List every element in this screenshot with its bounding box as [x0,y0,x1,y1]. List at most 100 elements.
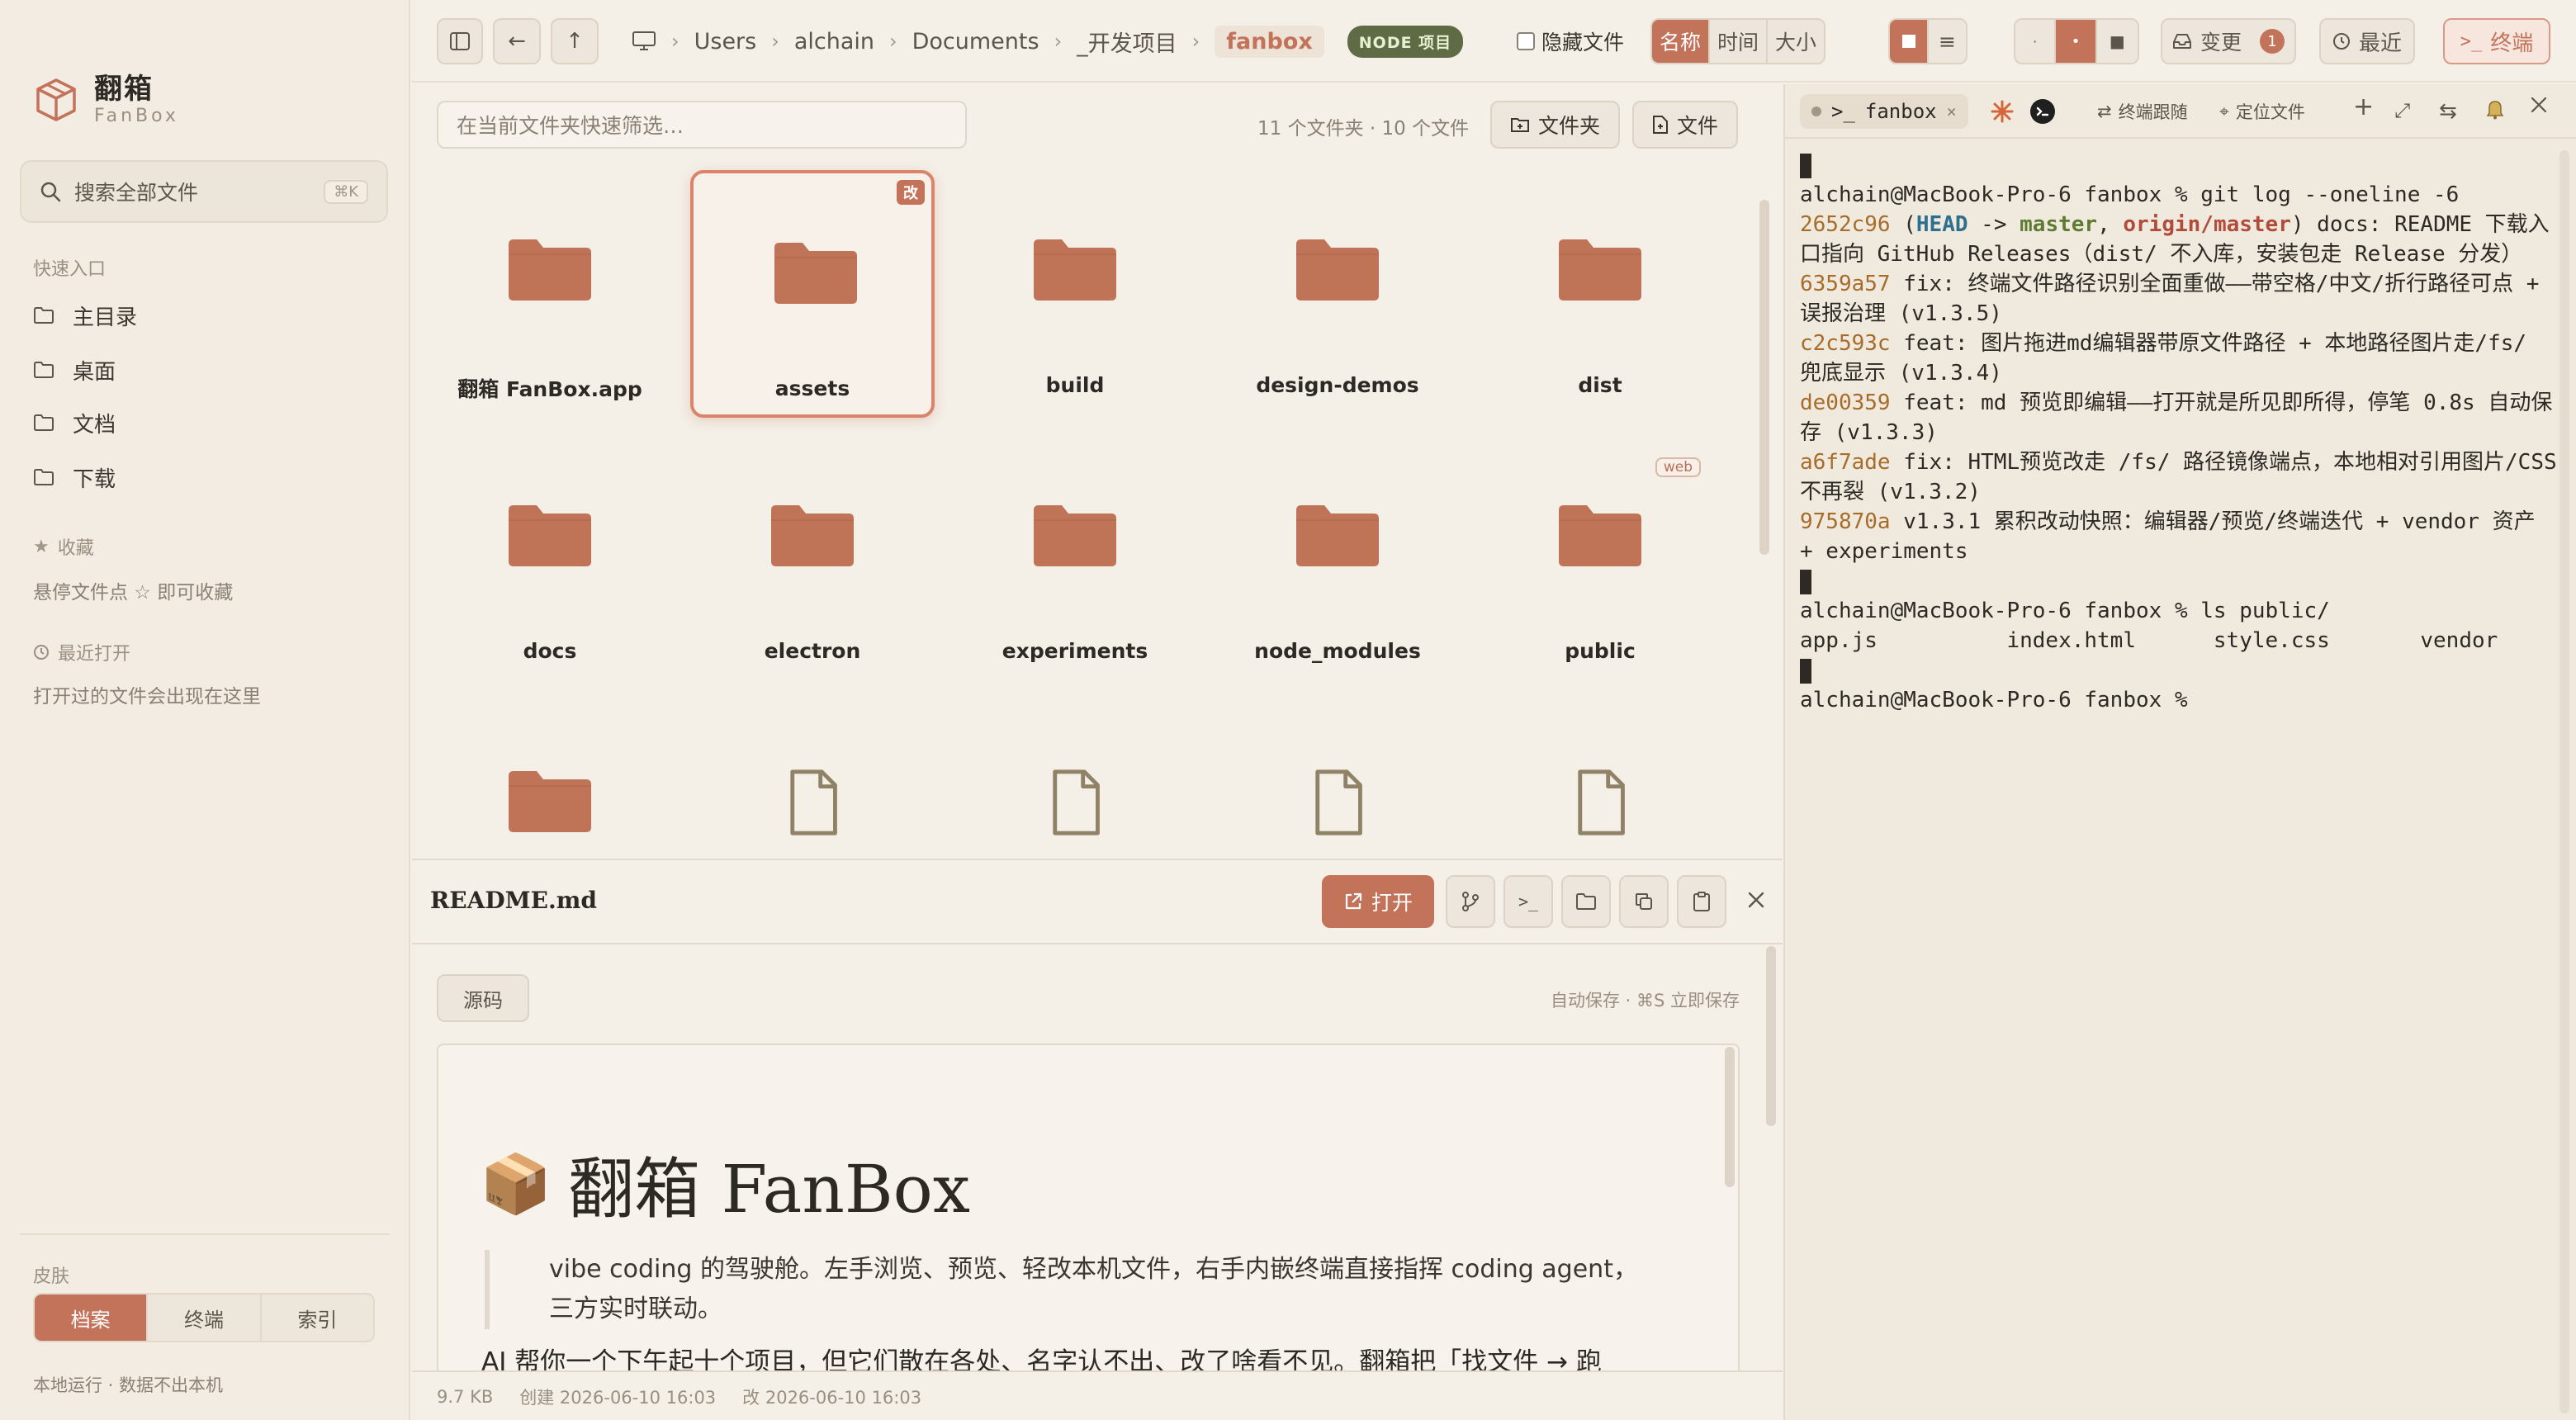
clipboard-button[interactable] [1677,875,1726,928]
crosshair-icon: ⌖ [2219,101,2229,121]
bell-icon [2486,101,2504,120]
preview-scrollbar[interactable] [1766,946,1776,1126]
terminal-scrollbar[interactable] [2559,150,2569,1413]
new-file-button[interactable]: 文件 [1632,101,1739,149]
folder-item[interactable]: 翻箱 FanBox.app [428,170,672,418]
crumb-alchain[interactable]: alchain [794,29,874,54]
size-small-button[interactable]: · [2015,20,2057,63]
terminal-line: de00359 feat: md 预览即编辑——打开就是所见即所得，停笔 0.8… [1800,390,2553,445]
toggle-sidebar-button[interactable] [437,18,483,64]
item-name: build [1045,373,1105,397]
hide-files-checkbox[interactable] [1517,32,1535,50]
recent-button[interactable]: 最近 [2319,18,2415,64]
close-tab-icon[interactable]: × [1947,102,1957,121]
file-size: 9.7 KB [437,1387,494,1407]
terminal-label: 终端 [2490,31,2534,56]
folder-item[interactable]: dist [1478,170,1722,418]
terminal-output[interactable]: alchain@MacBook-Pro-6 fanbox % git log -… [1800,150,2559,715]
sidebar-item-label: 桌面 [73,359,116,385]
commit-hash[interactable]: a6f7ade [1800,450,1891,475]
favorites-title: ★ 收藏 [33,533,94,560]
changes-button[interactable]: 变更 1 [2161,18,2296,64]
terminal-tab[interactable]: >_ fanbox × [1800,94,1968,129]
folder-item[interactable]: docs [428,436,672,684]
commit-hash[interactable]: 975870a [1800,509,1891,534]
new-terminal-button[interactable]: + [2353,92,2374,121]
hide-files-toggle[interactable]: 隐藏文件 [1517,26,1624,56]
skin-label: 皮肤 [33,1266,70,1287]
up-button[interactable]: ↑ [551,18,599,64]
item-name: dist [1578,373,1622,397]
sidebar-item-downloads[interactable]: 下载 [33,459,116,495]
commit-hash[interactable]: 6359a57 [1800,272,1891,296]
crumb-current[interactable]: fanbox [1215,25,1324,58]
terminal-line: app.js index.html style.css vendor [1800,628,2498,653]
created-time: 创建 2026-06-10 16:03 [519,1388,717,1408]
item-name: design-demos [1256,373,1419,397]
folder-item[interactable]: design-demos [1215,170,1460,418]
folder-icon [1296,505,1379,566]
skin-terminal[interactable]: 终端 [148,1295,262,1341]
swap-layout-button[interactable]: ⇆ [2439,99,2457,124]
markdown-preview[interactable]: 📦 翻箱 FanBox vibe coding 的驾驶舱。左手浏览、预览、轻改本… [437,1044,1740,1390]
computer-icon[interactable] [632,31,656,52]
sparkle-icon[interactable] [1990,99,2015,124]
git-branch-button[interactable] [1446,875,1495,928]
file-browser: 在当前文件夹快速筛选… 11 个文件夹 · 10 个文件 文件夹 文件 翻箱 F… [412,84,1783,859]
crumb-users[interactable]: Users [694,29,757,54]
folder-item[interactable]: node_modules [1215,436,1460,684]
terminal-toggle-button[interactable]: >_ 终端 [2443,18,2550,64]
folder-item[interactable]: public web [1478,436,1722,684]
locate-file-button[interactable]: ⌖ 定位文件 [2219,99,2305,124]
agent-avatar-icon[interactable] [2029,98,2056,125]
source-toggle-button[interactable]: 源码 [437,974,529,1022]
folder-item[interactable]: electron [690,436,935,684]
preview-divider [412,943,1783,944]
tab-status-dot [1811,106,1821,116]
folder-item[interactable]: build [953,170,1197,418]
close-preview-button[interactable] [1741,885,1771,915]
grid-view-button[interactable] [1890,20,1929,63]
file-grid-scrollbar[interactable] [1759,200,1769,555]
commit-hash[interactable]: 2652c96 [1800,212,1891,237]
terminal-panel: >_ fanbox × ⇄ 终端跟随 ⌖ 定位文件 + ⤢ ⇆ alchain@… [1783,84,2576,1420]
copy-button[interactable] [1619,875,1669,928]
terminal-follow-button[interactable]: ⇄ 终端跟随 [2097,99,2188,124]
reveal-folder-button[interactable] [1561,875,1611,928]
size-medium-button[interactable]: • [2056,20,2097,63]
maximize-terminal-button[interactable]: ⤢ [2394,99,2410,122]
terminal-line: alchain@MacBook-Pro-6 fanbox % ls public… [1800,599,2330,623]
skin-index[interactable]: 索引 [262,1295,373,1341]
open-in-terminal-button[interactable]: >_ [1503,875,1553,928]
back-button[interactable]: ← [493,18,541,64]
open-button[interactable]: 打开 [1322,875,1434,928]
filter-input[interactable]: 在当前文件夹快速筛选… [437,101,967,149]
sort-by-size[interactable]: 大小 [1768,20,1824,63]
sort-by-name[interactable]: 名称 [1652,20,1710,63]
commit-hash[interactable]: c2c593c [1800,331,1891,356]
size-large-button[interactable]: ■ [2097,20,2138,63]
crumb-dev-projects[interactable]: _开发项目 [1077,26,1177,58]
ref-master: master [2020,212,2098,237]
folder-icon [509,771,591,832]
markdown-scrollbar[interactable] [1725,1047,1735,1187]
notifications-button[interactable] [2485,99,2505,121]
list-view-button[interactable]: ≡ [1929,20,1966,63]
commit-hash[interactable]: de00359 [1800,390,1891,415]
close-terminal-button[interactable] [2530,96,2548,114]
folder-item[interactable]: assets 改 [690,170,935,418]
terminal-line: 2652c96 (HEAD -> master, origin/master) … [1800,212,2550,267]
new-folder-button[interactable]: 文件夹 [1490,101,1621,149]
arrow-up-icon: ↑ [566,29,584,54]
sidebar-item-documents[interactable]: 文档 [33,405,116,441]
terminal-line: c2c593c feat: 图片拖进md编辑器带原文件路径 + 本地路径图片走/… [1800,331,2540,386]
sidebar-item-desktop[interactable]: 桌面 [33,352,116,388]
skin-archive[interactable]: 档案 [35,1295,149,1341]
preview-filename: README.md [430,887,597,914]
crumb-documents[interactable]: Documents [912,29,1039,54]
sidebar-item-home[interactable]: 主目录 [33,297,137,334]
sort-by-time[interactable]: 时间 [1710,20,1768,63]
global-search-input[interactable]: 搜索全部文件 ⌘K [20,160,388,223]
folder-item[interactable]: experiments [953,436,1197,684]
folder-icon [1559,239,1641,301]
